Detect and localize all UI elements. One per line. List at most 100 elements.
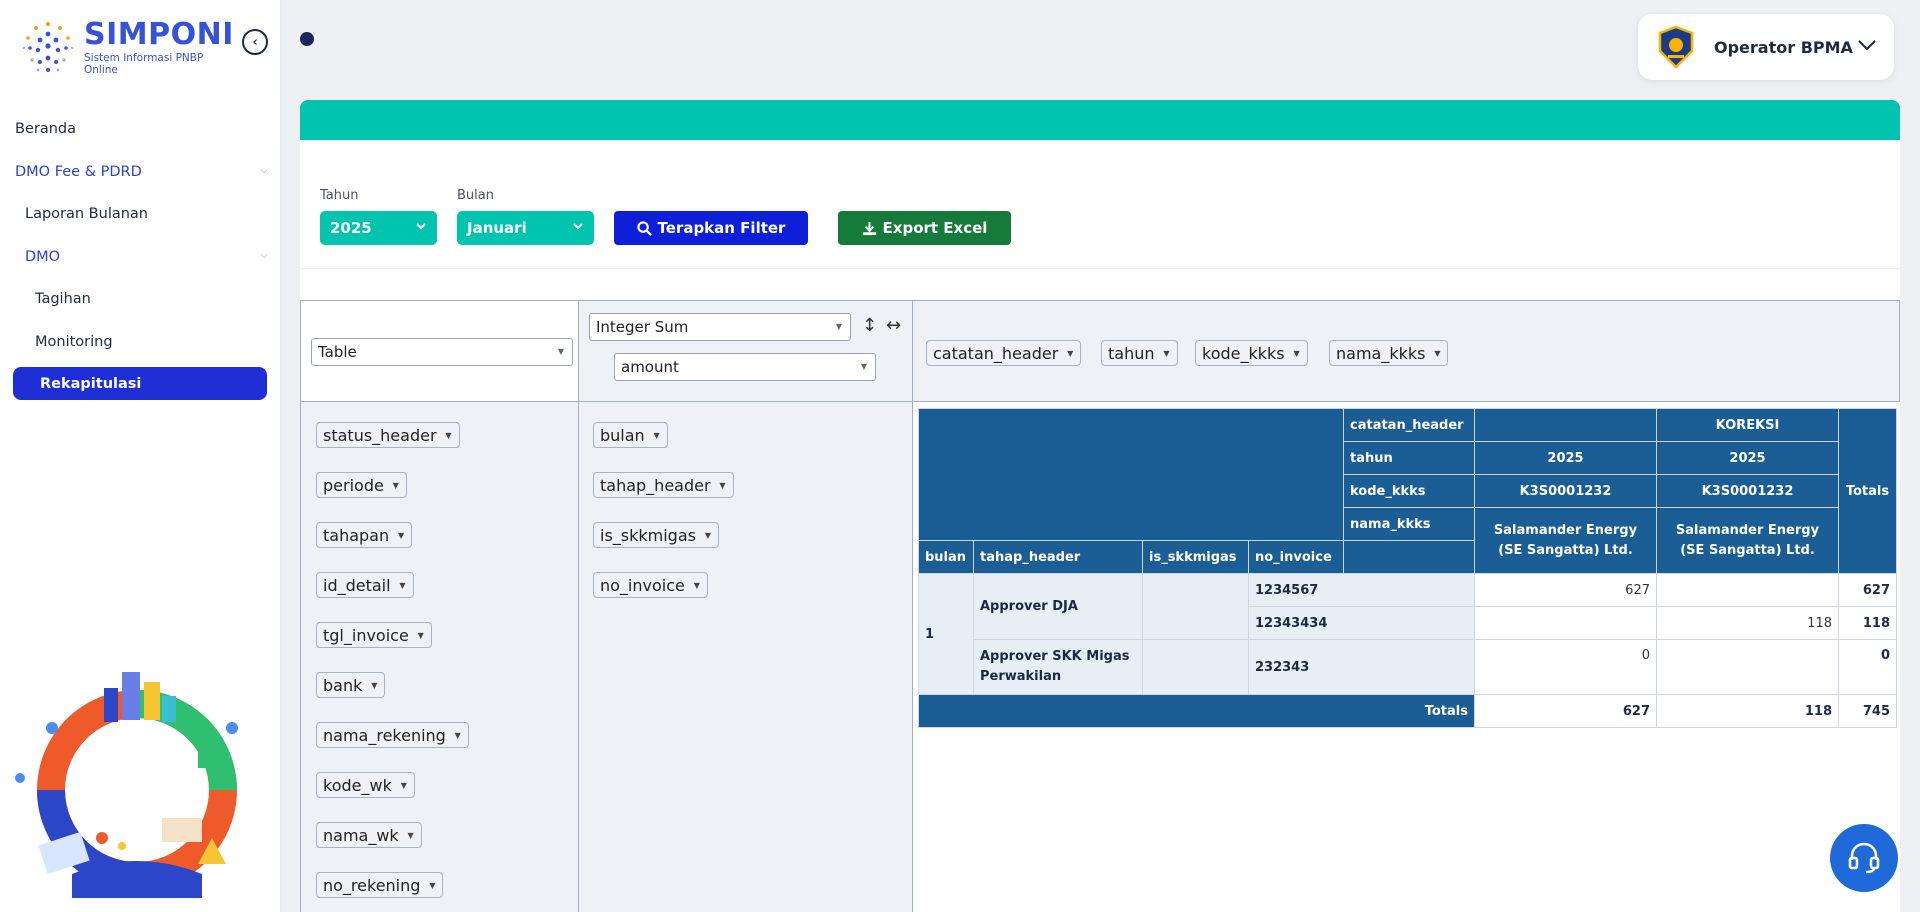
unused-field-chip[interactable]: bank ▼ [316, 672, 386, 698]
value-cell: 627 [1474, 573, 1657, 607]
chevron-down-icon: ▼ [719, 481, 726, 490]
col-key-cell: K3S0001232 [1474, 474, 1657, 508]
unused-field-chip[interactable]: status_header ▼ [316, 422, 460, 448]
collapse-sidebar-button[interactable]: ‹ [242, 29, 268, 55]
column-field-chip[interactable]: nama_kkks ▼ [1329, 340, 1449, 366]
chevron-down-icon: ▼ [1067, 349, 1074, 358]
chevron-down-icon: ▼ [429, 881, 436, 890]
row-key-cell [1142, 573, 1249, 640]
unused-fields-area[interactable]: status_header ▼ periode ▼ tahapan ▼ id_deta… [300, 401, 579, 912]
chevron-down-icon: ▼ [860, 362, 867, 371]
status-dot [300, 32, 314, 46]
row-field-chip[interactable]: no_invoice ▼ [593, 572, 708, 598]
row-order-arrows-icon[interactable]: ↕ [862, 315, 877, 336]
totals-row: Totals 627 118 745 [918, 694, 1897, 728]
sidebar-item-dmo[interactable]: DMO ⌵ [0, 236, 280, 279]
chevron-down-icon: ▼ [454, 731, 461, 740]
row-attr-label: bulan [918, 540, 974, 574]
app-logo[interactable]: SIMPONI Sistem Informasi PNBP Online [18, 18, 233, 78]
row-field-chip[interactable]: is_skkmigas ▼ [593, 522, 719, 548]
bulan-select-value: Januari [467, 219, 527, 237]
chip-label: nama_wk [323, 825, 399, 845]
row-key-cell [1142, 639, 1249, 695]
unused-field-chip[interactable]: id_detail ▼ [316, 572, 414, 598]
download-icon [862, 221, 876, 235]
chip-label: bank [323, 675, 363, 695]
sidebar-item-label: DMO [25, 248, 61, 265]
column-field-chip[interactable]: catatan_header ▼ [926, 340, 1082, 366]
row-key-cell: 232343 [1248, 639, 1475, 695]
app-title: SIMPONI [84, 17, 234, 52]
chip-label: kode_wk [323, 775, 392, 795]
column-fields-area[interactable]: catatan_header ▼ tahun ▼ kode_kkks ▼ nama_k… [912, 300, 1900, 402]
aggregator-select[interactable]: Integer Sum ▼ [589, 313, 851, 341]
chevron-down-icon: ▼ [693, 581, 700, 590]
table-row: 1 Approver DJA 1234567 627 627 [918, 573, 1897, 695]
sidebar-item-label: Laporan Bulanan [25, 206, 149, 223]
chevron-down-icon [572, 220, 584, 235]
col-key-cell: Salamander Energy (SE Sangatta) Ltd. [1474, 507, 1657, 574]
column-field-chip[interactable]: kode_kkks ▼ [1195, 340, 1308, 366]
bulan-select[interactable]: Januari [457, 211, 594, 245]
user-menu[interactable]: Operator BPMA [1638, 14, 1894, 80]
col-order-arrows-icon[interactable]: ↔ [886, 315, 901, 336]
kemenkeu-emblem-icon [1654, 25, 1698, 69]
tahun-label: Tahun [320, 188, 359, 203]
row-total-cell: 627 [1838, 573, 1897, 607]
unused-field-chip[interactable]: periode ▼ [316, 472, 407, 498]
unused-field-chip[interactable]: no_rekening ▼ [316, 872, 444, 898]
chip-label: status_header [323, 425, 437, 445]
aggregator-cell: Integer Sum ▼ ↕ ↔ amount ▼ [578, 300, 913, 402]
sidebar-item-rekapitulasi[interactable]: Rekapitulasi [13, 367, 267, 400]
sidebar-item-beranda[interactable]: Beranda [0, 108, 280, 151]
unused-field-chip[interactable]: tgl_invoice ▼ [316, 622, 432, 648]
chevron-down-icon: ▼ [653, 431, 660, 440]
col-attr-label: tahun [1343, 441, 1475, 475]
unused-field-chip[interactable]: tahapan ▼ [316, 522, 413, 548]
chip-label: bulan [600, 425, 645, 445]
chevron-down-icon [415, 220, 427, 235]
aggregator-field-value: amount [621, 358, 679, 376]
column-field-chip[interactable]: tahun ▼ [1101, 340, 1178, 366]
sidebar-item-laporan-bulanan[interactable]: Laporan Bulanan [0, 193, 280, 236]
sidebar-item-label: Monitoring [35, 333, 113, 350]
unused-field-chip[interactable]: nama_rekening ▼ [316, 722, 469, 748]
chevron-down-icon: ⌵ [260, 249, 268, 261]
support-chat-button[interactable] [1830, 824, 1898, 892]
chip-label: periode [323, 475, 384, 495]
bulan-label: Bulan [457, 188, 494, 203]
tahun-select[interactable]: 2025 [320, 211, 437, 245]
col-key-cell: Salamander Energy (SE Sangatta) Ltd. [1656, 507, 1839, 574]
pivot-corner [918, 408, 1344, 541]
aggregator-value: Integer Sum [596, 318, 689, 336]
chevron-down-icon: ▼ [1293, 349, 1300, 358]
renderer-value: Table [318, 343, 357, 361]
chevron-down-icon: ▼ [445, 431, 452, 440]
chevron-down-icon: ⌵ [260, 164, 268, 176]
export-excel-button[interactable]: Export Excel [838, 211, 1011, 245]
renderer-select[interactable]: Table ▼ [311, 338, 573, 366]
row-field-chip[interactable]: bulan ▼ [593, 422, 668, 448]
row-total-cell: 118 [1838, 606, 1897, 640]
apply-filter-button[interactable]: Terapkan Filter [614, 211, 808, 245]
sidebar-item-dmo-fee-pdrd[interactable]: DMO Fee & PDRD ⌵ [0, 151, 280, 194]
value-cell [1656, 573, 1839, 607]
unused-field-chip[interactable]: kode_wk ▼ [316, 772, 415, 798]
unused-field-chip[interactable]: nama_wk ▼ [316, 822, 422, 848]
chevron-down-icon: ▼ [1434, 349, 1441, 358]
chip-label: tahapan [323, 525, 390, 545]
row-field-chip[interactable]: tahap_header ▼ [593, 472, 734, 498]
chip-label: nama_rekening [323, 725, 446, 745]
sidebar-item-monitoring[interactable]: Monitoring [0, 321, 280, 364]
table-row: Approver SKK Migas Perwakilan 232343 0 0 [919, 639, 1897, 695]
aggregator-field-select[interactable]: amount ▼ [614, 353, 876, 381]
col-attr-spacer [1343, 540, 1475, 574]
row-attr-label: no_invoice [1248, 540, 1344, 574]
row-key-cell: 1 [918, 573, 974, 695]
chip-label: no_rekening [323, 875, 421, 895]
chip-label: no_invoice [600, 575, 685, 595]
row-key-cell: Approver DJA [973, 573, 1143, 640]
row-fields-area[interactable]: bulan ▼ tahap_header ▼ is_skkmigas ▼ no_inv… [578, 401, 913, 912]
sidebar-item-tagihan[interactable]: Tagihan [0, 278, 280, 321]
chip-label: is_skkmigas [600, 525, 696, 545]
